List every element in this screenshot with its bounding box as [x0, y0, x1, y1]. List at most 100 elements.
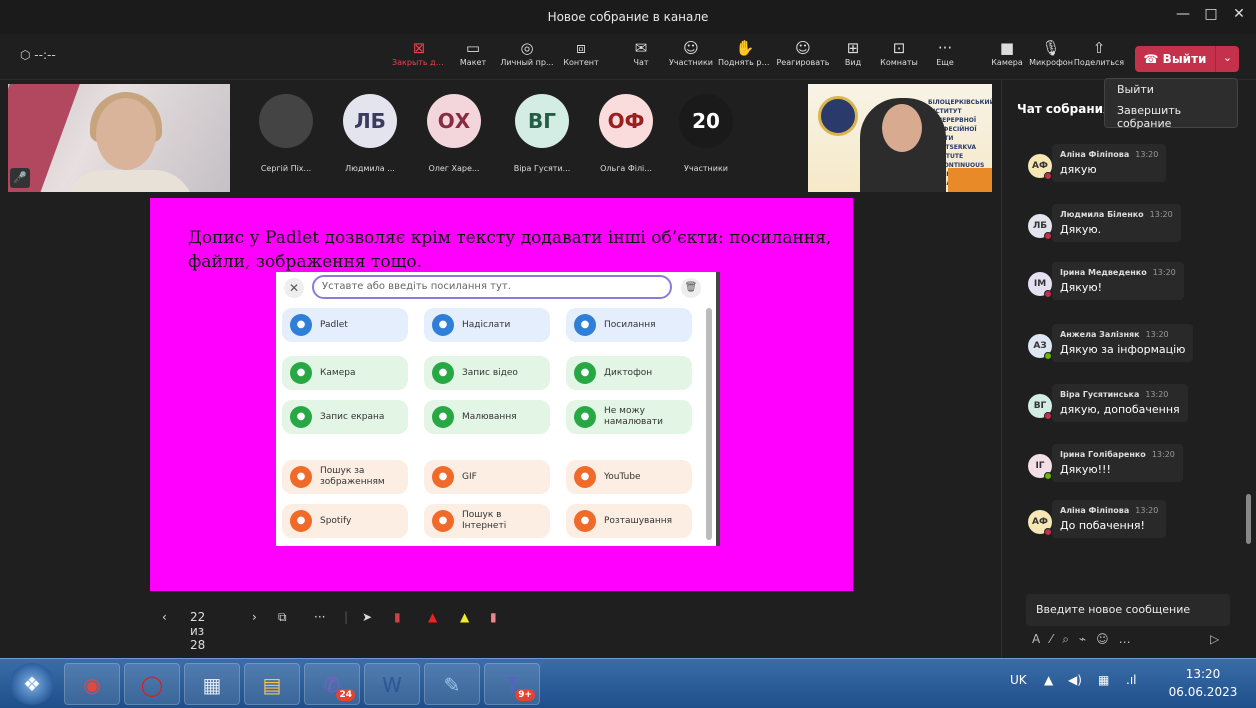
- pen-gray-icon[interactable]: ▮: [394, 610, 401, 624]
- meeting-timer: ⬡ --:--: [20, 48, 56, 62]
- toolbar-layout-button[interactable]: ▭ Макет: [446, 38, 500, 67]
- message-time: 13:20: [1151, 450, 1175, 459]
- screen-record-icon: ●: [290, 406, 312, 428]
- padlet-option-card: ● Розташування: [566, 504, 692, 538]
- pointer-tool-icon[interactable]: ➤: [362, 610, 372, 624]
- web-search-icon: ●: [432, 510, 454, 532]
- toolbar-more-button[interactable]: ··· Еще: [918, 38, 972, 67]
- draw-icon: ●: [432, 406, 454, 428]
- react-icon: ☺: [795, 39, 811, 57]
- leave-menu-item-leave[interactable]: Выйти: [1105, 79, 1237, 100]
- camera-icon: ●: [290, 362, 312, 384]
- leave-menu-item-end-meeting[interactable]: Завершить собрание: [1105, 100, 1237, 134]
- chat-scrollbar[interactable]: [1246, 494, 1251, 544]
- participant-tile[interactable]: ОХ Олег Харе...: [418, 94, 490, 173]
- participant-tile[interactable]: ЛБ Людмила ...: [334, 94, 406, 173]
- system-clock[interactable]: 13:20 06.06.2023: [1160, 665, 1246, 701]
- teams-icon[interactable]: T 9+: [484, 663, 540, 705]
- message-header: Віра Гусятинська 13:20: [1060, 390, 1180, 399]
- participant-name: Олег Харе...: [428, 164, 480, 173]
- leave-dropdown-button[interactable]: ⌄: [1215, 46, 1239, 72]
- padlet-option-card: ● Запис екрана: [282, 400, 408, 434]
- padlet-option-label: Розташування: [604, 515, 673, 526]
- pen-red-icon[interactable]: ▲: [428, 610, 437, 624]
- presence-status-icon: [1044, 232, 1052, 240]
- chat-header: Чат собрания: [1017, 102, 1111, 116]
- viber-icon[interactable]: ✆ 24: [304, 663, 360, 705]
- eraser-icon[interactable]: ▮: [490, 610, 497, 624]
- message-bubble: Віра Гусятинська 13:20 дякую, допобачення: [1052, 384, 1188, 422]
- chat-panel: Чат собрания Аліна Філіпова 13:20 дякую АФ Л…: [1001, 80, 1256, 658]
- message-time: 13:20: [1152, 268, 1176, 277]
- toolbar-private-view-button[interactable]: ◎ Личный пр...: [500, 38, 554, 67]
- network-icon[interactable]: ▦: [1098, 673, 1109, 687]
- close-button[interactable]: ✕: [1228, 6, 1250, 22]
- padlet-option-label: Padlet: [320, 319, 348, 330]
- calculator-icon[interactable]: ▦: [184, 663, 240, 705]
- clock-date: 06.06.2023: [1168, 685, 1238, 699]
- message-header: Анжела Залізняк 13:20: [1060, 330, 1185, 339]
- participant-video-right[interactable]: БІЛОЦЕРКІВСЬКИЙ ІНСТИТУТ НЕПЕРЕРВНОЇ ПРОФ…: [808, 84, 992, 192]
- padlet-option-label: Пошук за зображенням: [320, 466, 385, 487]
- highlighter-icon[interactable]: ▲: [460, 610, 469, 624]
- message-text: Дякую!: [1060, 281, 1103, 294]
- language-indicator[interactable]: UK: [1010, 673, 1027, 687]
- meeting-toolbar: ⬡ --:-- ⊠ Закрыть до... ▭ Макет ◎ Личный пр..…: [0, 34, 1256, 80]
- start-button[interactable]: ❖: [10, 663, 54, 705]
- toolbar-microphone-button[interactable]: 🎙 Микрофон: [1024, 38, 1078, 67]
- message-time: 13:20: [1145, 330, 1169, 339]
- youtube-icon: ●: [574, 466, 596, 488]
- signal-icon[interactable]: .ıl: [1126, 673, 1136, 687]
- paint-icon[interactable]: ✎: [424, 663, 480, 705]
- participants-count-tile[interactable]: 20 Участники: [670, 94, 742, 173]
- toolbar-share-button[interactable]: ⇧ Поделиться: [1072, 38, 1126, 67]
- presence-status-icon: [1044, 472, 1052, 480]
- more-options-icon[interactable]: ···: [314, 610, 325, 624]
- presence-status-icon: [1044, 172, 1052, 180]
- opera-icon[interactable]: ◯: [124, 663, 180, 705]
- participant-tile[interactable]: ВГ Віра Гусяти...: [506, 94, 578, 173]
- message-text: Дякую.: [1060, 223, 1102, 236]
- message-author: Ірина Медведенко: [1060, 268, 1147, 277]
- chrome-icon[interactable]: ◉: [64, 663, 120, 705]
- chat-format-tools[interactable]: A⁄⌕⌁☺…: [1032, 632, 1141, 647]
- prev-slide-button[interactable]: ‹: [162, 610, 167, 624]
- participant-video-left[interactable]: [8, 84, 230, 192]
- message-bubble: Ірина Голібаренко 13:20 Дякую!!!: [1052, 444, 1183, 482]
- toolbar-close-share-button[interactable]: ⊠ Закрыть до...: [392, 38, 446, 67]
- toolbar-react-button[interactable]: ☺ Реагировать: [776, 38, 830, 67]
- slide-counter: 22 из 28: [190, 610, 206, 652]
- maximize-button[interactable]: □: [1200, 6, 1222, 22]
- avatar: ВГ: [515, 94, 569, 148]
- message-header: Аліна Філіпова 13:20: [1060, 506, 1158, 515]
- message-author: Аліна Філіпова: [1060, 506, 1130, 515]
- toolbar-participants-button[interactable]: ☺ Участники: [664, 38, 718, 67]
- image-search-icon: ●: [290, 466, 312, 488]
- participant-tile[interactable]: Сергій Піх...: [250, 94, 322, 173]
- next-slide-button[interactable]: ›: [252, 610, 257, 624]
- participant-name: Віра Гусяти...: [513, 164, 571, 173]
- slides-grid-icon[interactable]: ⧉: [278, 610, 287, 625]
- participant-tile[interactable]: ОФ Ольга Філі...: [590, 94, 662, 173]
- padlet-option-label: Не можу намалювати: [604, 406, 663, 427]
- minimize-button[interactable]: —: [1172, 6, 1194, 22]
- toolbar-raise-hand-button[interactable]: ✋ Поднять руку: [718, 38, 772, 67]
- tray-expand-icon[interactable]: ▲: [1044, 673, 1053, 687]
- chat-message-input[interactable]: Введите новое сообщение: [1026, 594, 1230, 626]
- avatar: ОФ: [599, 94, 653, 148]
- message-text: дякую: [1060, 163, 1097, 176]
- word-icon[interactable]: W: [364, 663, 420, 705]
- send-icon[interactable]: ▷: [1210, 632, 1219, 646]
- shared-slide: Допис у Padlet дозволяє крім тексту дода…: [150, 198, 853, 591]
- toolbar-content-button[interactable]: ⧈ Контент: [554, 38, 608, 67]
- location-icon: ●: [574, 510, 596, 532]
- toolbar-label: Участники: [668, 58, 714, 67]
- upload-icon: ●: [432, 314, 454, 336]
- toolbar-chat-button[interactable]: ✉ Чат: [614, 38, 668, 67]
- toolbar-label: Поделиться: [1073, 58, 1125, 67]
- banner-accent: [948, 168, 992, 192]
- leave-button[interactable]: ☎ Выйти: [1135, 46, 1215, 72]
- explorer-icon[interactable]: ▤: [244, 663, 300, 705]
- volume-icon[interactable]: ◀): [1068, 673, 1082, 687]
- padlet-option-card: ● Камера: [282, 356, 408, 390]
